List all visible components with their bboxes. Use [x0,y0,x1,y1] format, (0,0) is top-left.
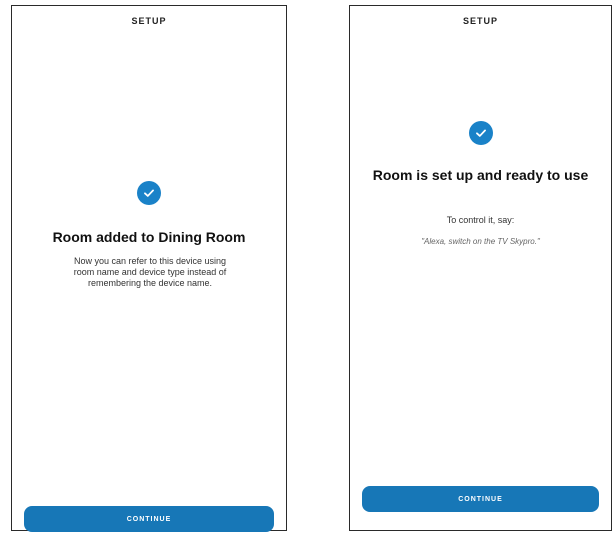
confirmation-title: Room added to Dining Room [52,229,246,245]
continue-button[interactable]: CONTINUE [24,506,274,532]
confirmation-description: Now you can refer to this device using r… [73,256,227,288]
check-circle-icon [469,121,493,145]
instruction-text: To control it, say: [446,215,515,225]
screen-header: SETUP [131,16,167,26]
setup-screen-room-ready: SETUP Room is set up and ready to use To… [349,5,612,531]
voice-command-example: "Alexa, switch on the TV Skypro." [421,237,540,246]
continue-button[interactable]: CONTINUE [362,486,599,512]
check-circle-icon [137,181,161,205]
setup-screen-room-added: SETUP Room added to Dining Room Now you … [11,5,287,532]
confirmation-title: Room is set up and ready to use [372,167,589,183]
screen-header: SETUP [462,16,498,26]
